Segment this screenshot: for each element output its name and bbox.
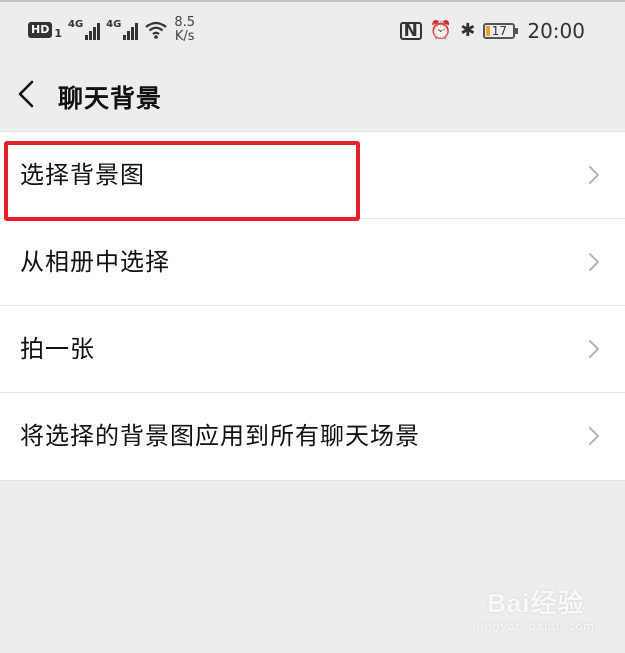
settings-list: 选择背景图 从相册中选择 拍一张 将选择的背景图应用到所有聊天场景: [0, 131, 625, 481]
watermark-brand: Bai经验: [487, 588, 585, 618]
menu-item-label: 将选择的背景图应用到所有聊天场景: [20, 422, 420, 450]
battery-icon: 17: [483, 23, 519, 39]
signal-strength-icon-1: 4G: [68, 19, 101, 40]
wifi-icon: [145, 21, 168, 39]
menu-item-choose-from-album[interactable]: 从相册中选择: [0, 219, 625, 306]
network-speed-unit: K/s: [174, 29, 195, 44]
chevron-right-icon: [589, 166, 599, 184]
chevron-right-icon: [589, 340, 599, 358]
hd-sim-index: 1: [54, 26, 62, 40]
chevron-right-icon: [589, 253, 599, 271]
nav-header: 聊天背景: [0, 60, 625, 130]
bluetooth-icon: ✱: [460, 20, 476, 41]
status-right-group: N ⏰ ✱ 17 20:00: [399, 19, 585, 43]
menu-item-choose-background[interactable]: 选择背景图: [0, 132, 625, 219]
chevron-right-icon: [589, 427, 599, 445]
battery-fill: [486, 26, 491, 36]
network-type-label-2: 4G: [106, 19, 122, 30]
battery-level: 17: [491, 24, 507, 38]
nfc-icon: N: [399, 22, 422, 40]
network-speed-value: 8.5: [174, 15, 196, 30]
status-bar: HD 1 4G 4G 8.5 K/s N ⏰ ✱ 17 20:00: [0, 0, 625, 60]
menu-item-apply-to-all-chats[interactable]: 将选择的背景图应用到所有聊天场景: [0, 393, 625, 480]
back-arrow-icon[interactable]: [8, 74, 48, 114]
menu-item-take-photo[interactable]: 拍一张: [0, 306, 625, 393]
menu-item-label: 选择背景图: [20, 161, 145, 189]
page-title: 聊天背景: [58, 84, 163, 113]
status-time: 20:00: [527, 19, 585, 43]
watermark-domain: jingyan.baidu.com: [476, 620, 595, 633]
network-type-label-1: 4G: [68, 19, 84, 30]
menu-item-label: 拍一张: [20, 335, 95, 363]
signal-strength-icon-2: 4G: [106, 19, 139, 40]
menu-item-label: 从相册中选择: [20, 248, 170, 276]
status-left-group: HD 1 4G 4G 8.5 K/s: [28, 16, 195, 44]
hd-voice-icon: HD: [28, 22, 53, 38]
network-speed: 8.5 K/s: [174, 16, 195, 44]
alarm-icon: ⏰: [429, 20, 453, 41]
baidu-jingyan-watermark: Bai经验 jingyan.baidu.com: [476, 583, 595, 633]
